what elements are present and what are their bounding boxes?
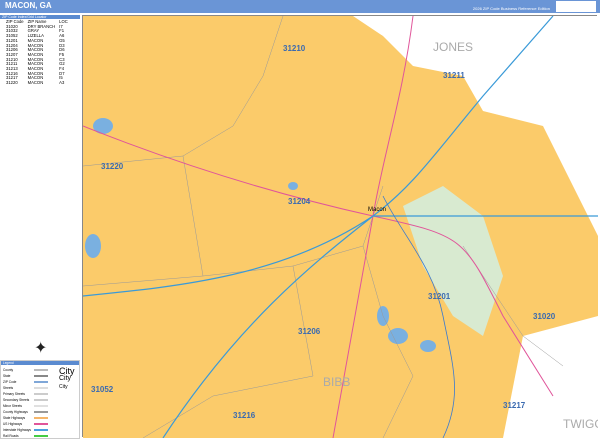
map-label-city: Macon bbox=[368, 207, 386, 213]
legend-label: Interstate Highways bbox=[3, 428, 31, 432]
zip-index-table: ZIP Code ZIP Name LOC 31020 DRY BRANCH I7 3103… bbox=[6, 19, 72, 86]
legend-swatch bbox=[34, 405, 48, 407]
legend-label: Minor Streets bbox=[3, 404, 22, 408]
table-cell: A3 bbox=[59, 80, 65, 86]
legend-title: Legend bbox=[1, 361, 79, 365]
legend-item: Primary Streets bbox=[3, 392, 48, 396]
legend-label: US Highways bbox=[3, 422, 23, 426]
legend-swatch bbox=[34, 375, 48, 377]
legend-swatch bbox=[34, 369, 48, 371]
legend-item: ZIP Code bbox=[3, 380, 48, 384]
map-label-zip: 31052 bbox=[91, 385, 114, 394]
map-label-zip: 31201 bbox=[428, 292, 451, 301]
legend-item: Minor Streets bbox=[3, 404, 48, 408]
map-label-zip: 31216 bbox=[233, 411, 256, 420]
map-label-zip: 31206 bbox=[298, 327, 321, 336]
legend-label: State bbox=[3, 374, 11, 378]
legend-swatch bbox=[34, 381, 48, 383]
map-label-county: TWIGGS bbox=[563, 417, 598, 431]
table-row: 31220 MACON A3 bbox=[6, 80, 72, 86]
map-label-zip: 31217 bbox=[503, 401, 526, 410]
legend-item: Interstate Highways bbox=[3, 428, 48, 432]
legend-label: Rail Roads bbox=[3, 434, 19, 438]
compass-rose-icon: ✦ bbox=[34, 340, 48, 357]
legend-label: County Highways bbox=[3, 410, 28, 414]
legend-swatch bbox=[34, 435, 48, 437]
table-cell: 31220 bbox=[6, 80, 18, 86]
legend: Legend County State ZIP Code Streets Primary… bbox=[0, 360, 80, 439]
map-label-zip: 31020 bbox=[533, 312, 556, 321]
legend-swatch bbox=[34, 411, 48, 413]
map-label-zip: 31210 bbox=[283, 44, 306, 53]
map-canvas[interactable]: 31210 JONES 31211 31220 31204 Macon 31201 31206… bbox=[82, 15, 600, 439]
legend-swatch bbox=[34, 429, 48, 431]
legend-label: Secondary Streets bbox=[3, 398, 30, 402]
legend-swatch bbox=[34, 393, 48, 395]
legend-swatch bbox=[34, 399, 48, 401]
header-bar: MACON, GA 2026 ZIP Code Business Referen… bbox=[0, 0, 600, 13]
legend-item: State bbox=[3, 374, 48, 378]
legend-label: Primary Streets bbox=[3, 392, 25, 396]
map-label-county: JONES bbox=[433, 40, 473, 54]
legend-item: Secondary Streets bbox=[3, 398, 48, 402]
edition-text: 2026 ZIP Code Business Reference Edition bbox=[472, 6, 550, 11]
table-cell: MACON bbox=[27, 80, 44, 86]
legend-label: ZIP Code bbox=[3, 380, 17, 384]
legend-swatch bbox=[34, 417, 48, 419]
legend-label: County bbox=[3, 368, 14, 372]
map-label-county: BIBB bbox=[323, 375, 350, 389]
legend-item: US Highways bbox=[3, 422, 48, 426]
legend-item: State Highways bbox=[3, 416, 48, 420]
legend-item: Streets bbox=[3, 386, 48, 390]
legend-city-medium: City bbox=[59, 375, 72, 382]
legend-swatch bbox=[34, 423, 48, 425]
legend-item: County Highways bbox=[3, 410, 48, 414]
legend-label: State Highways bbox=[3, 416, 26, 420]
legend-label: Streets bbox=[3, 386, 14, 390]
map-title: MACON, GA bbox=[5, 1, 52, 10]
map-label-zip: 31211 bbox=[443, 71, 465, 80]
legend-item: Rail Roads bbox=[3, 434, 48, 438]
map-label-zip: 31204 bbox=[288, 197, 311, 206]
legend-city-small: City bbox=[59, 384, 68, 390]
map-label-zip: 31220 bbox=[101, 162, 124, 171]
legend-swatch bbox=[34, 387, 48, 389]
legend-item: County bbox=[3, 368, 48, 372]
brand-logo bbox=[556, 1, 596, 12]
